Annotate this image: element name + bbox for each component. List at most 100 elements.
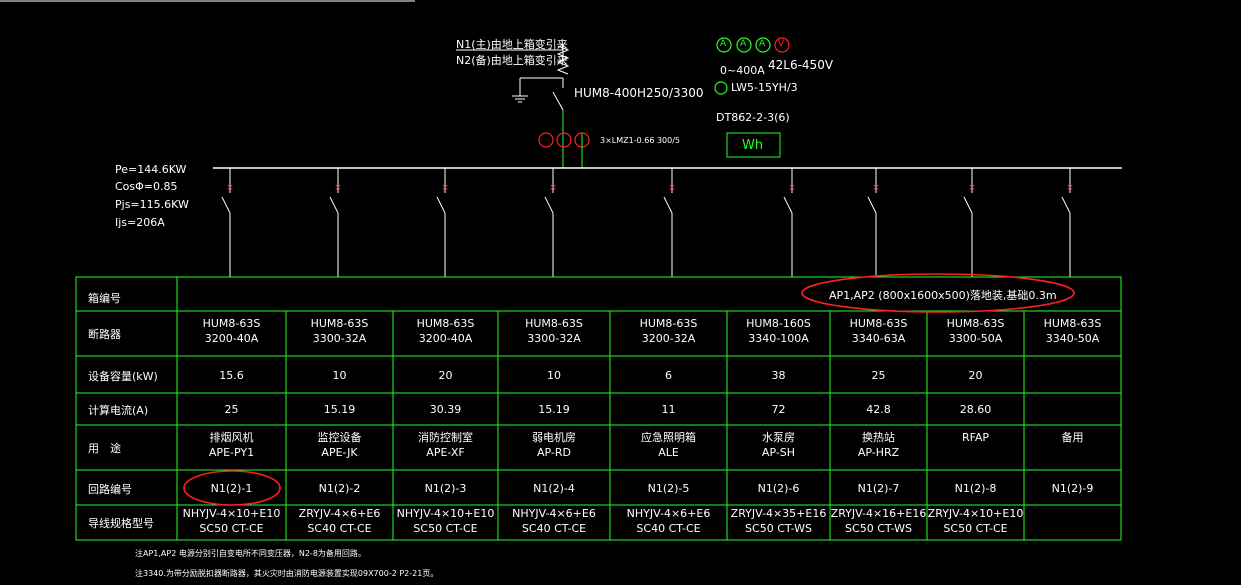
cell-text-cable2: SC50 CT-WS xyxy=(745,522,812,535)
row-label-circuit: 回路编号 xyxy=(88,483,132,496)
cell-capacity: 15.6 xyxy=(177,368,286,383)
cell-current: 28.60 xyxy=(927,402,1024,417)
cell-text-breaker2: 3200-40A xyxy=(204,332,259,345)
cell-capacity: 38 xyxy=(727,368,830,383)
cell-text-current: 72 xyxy=(771,403,786,416)
cell-text-breaker1: HUM8-63S xyxy=(1043,317,1102,330)
cell-cable-spec: NHYJV-4×6+E6 SC40 CT-CE xyxy=(498,506,610,536)
cell-text-breaker1: HUM8-63S xyxy=(639,317,698,330)
source-backup-label: N2(备)由地上箱变引来 xyxy=(456,54,568,67)
meter-type-label: 42L6-450V xyxy=(768,58,834,72)
cell-circuit-number: N1(2)-1 xyxy=(177,481,286,496)
switch-label: LW5-15YH/3 xyxy=(731,81,798,94)
cell-text-use2: AP-RD xyxy=(537,446,571,459)
note-2: 注3340.为带分励脱扣器断路器，其火灾时由消防电源装置实现09X700-2 P… xyxy=(135,569,439,578)
feeder-branch: × xyxy=(783,168,796,277)
row-label-use: 用 途 xyxy=(88,442,121,455)
cell-text-breaker1: HUM8-63S xyxy=(310,317,369,330)
cell-text-use1: 备用 xyxy=(1061,431,1084,444)
cell-use: 排烟风机 APE-PY1 xyxy=(177,430,286,460)
feeder-branch: × xyxy=(663,168,676,277)
cell-text-cable2: SC50 CT-CE xyxy=(943,522,1008,535)
cell-text-circuit: N1(2)-9 xyxy=(1051,482,1094,495)
cell-current: 72 xyxy=(727,402,830,417)
cell-text-use1: 弱电机房 xyxy=(532,431,576,444)
cell-text-cable1: NHYJV-4×10+E10 xyxy=(396,507,495,520)
source-main-label: N1(主)由地上箱变引来 xyxy=(456,38,568,51)
cell-text-use2: APE-JK xyxy=(321,446,358,459)
cell-text-cable1: NHYJV-4×6+E6 xyxy=(512,507,596,520)
cell-text-breaker2: 3340-50A xyxy=(1045,332,1100,345)
cell-text-cable2: SC50 CT-WS xyxy=(845,522,912,535)
cell-capacity: 20 xyxy=(927,368,1024,383)
cell-text-breaker2: 3340-100A xyxy=(748,332,809,345)
cell-use: 弱电机房 AP-RD xyxy=(498,430,610,460)
feeder-branches: × × × × × × × × × xyxy=(221,168,1074,277)
cell-text-kw: 15.6 xyxy=(219,369,244,382)
cell-current: 30.39 xyxy=(393,402,498,417)
box-id-value: AP1,AP2 (800x1600x500)落地装,基础0.3m xyxy=(829,289,1057,302)
cell-text-current: 11 xyxy=(661,403,676,416)
row-label-cable: 导线规格型号 xyxy=(88,517,154,530)
feeder-branch: × xyxy=(544,168,557,277)
cell-text-breaker2: 3200-32A xyxy=(641,332,696,345)
ammeter-3-label: A xyxy=(759,39,766,49)
cell-use: 换热站 AP-HRZ xyxy=(830,430,927,460)
cell-text-use2: APE-XF xyxy=(426,446,465,459)
main-breaker-label: HUM8-400H250/3300 xyxy=(574,86,704,100)
cell-use: 水泵房 AP-SH xyxy=(727,430,830,460)
feeder-branch: × xyxy=(436,168,449,277)
cell-text-use1: 换热站 xyxy=(862,431,895,444)
svg-text:×: × xyxy=(1066,183,1074,193)
cell-text-kw: 20 xyxy=(968,369,983,382)
cell-text-cable1: ZRYJV-4×10+E10 xyxy=(927,507,1024,520)
row-label-capacity: 设备容量(kW) xyxy=(88,370,158,383)
cell-circuit-number: N1(2)-5 xyxy=(610,481,727,496)
cell-text-circuit: N1(2)-5 xyxy=(647,482,690,495)
cell-cable-spec: ZRYJV-4×10+E10 SC50 CT-CE xyxy=(927,506,1024,536)
cell-text-cable2: SC40 CT-CE xyxy=(307,522,372,535)
cell-use: 监控设备 APE-JK xyxy=(286,430,393,460)
cell-text-breaker1: HUM8-63S xyxy=(202,317,261,330)
cell-current: 11 xyxy=(610,402,727,417)
svg-text:×: × xyxy=(549,183,557,193)
cell-text-current: 28.60 xyxy=(959,403,992,416)
cos-value: CosΦ=0.85 xyxy=(115,180,178,193)
pe-value: Pe=144.6KW xyxy=(115,163,187,176)
cell-text-current: 15.19 xyxy=(323,403,356,416)
cell-cable-spec: NHYJV-4×6+E6 SC40 CT-CE xyxy=(610,506,727,536)
ct-label: 3×LMZ1-0.66 300/5 xyxy=(600,136,681,145)
cell-circuit-number: N1(2)-3 xyxy=(393,481,498,496)
cell-text-breaker2: 3300-50A xyxy=(948,332,1003,345)
cell-current: 15.19 xyxy=(498,402,610,417)
cell-circuit-number: N1(2)-2 xyxy=(286,481,393,496)
cell-use: 应急照明箱 ALE xyxy=(610,430,727,460)
energy-meter-symbol: Wh xyxy=(742,138,764,153)
cell-capacity: 10 xyxy=(498,368,610,383)
cell-breaker: HUM8-63S 3340-63A xyxy=(830,316,927,346)
cell-current: 42.8 xyxy=(830,402,927,417)
cell-capacity: 25 xyxy=(830,368,927,383)
ammeter-2-label: A xyxy=(740,39,747,49)
cell-breaker: HUM8-63S 3200-40A xyxy=(393,316,498,346)
cell-circuit-number: N1(2)-6 xyxy=(727,481,830,496)
cell-text-use2: AP-SH xyxy=(761,446,796,459)
cell-text-current: 15.19 xyxy=(538,403,570,416)
energy-meter-model: DT862-2-3(6) xyxy=(716,111,790,124)
cell-current: 25 xyxy=(177,402,286,417)
feeder-branch: × xyxy=(329,168,342,277)
cell-text-cable2: SC40 CT-CE xyxy=(636,522,701,535)
cell-text-breaker2: 3200-40A xyxy=(418,332,473,345)
cell-text-cable1: ZRYJV-4×35+E16 xyxy=(730,507,827,520)
cell-text-use1: 监控设备 xyxy=(317,431,362,444)
cell-breaker: HUM8-63S 3340-50A xyxy=(1024,316,1121,346)
cell-cable-spec: NHYJV-4×10+E10 SC50 CT-CE xyxy=(393,506,498,536)
cell-breaker: HUM8-63S 3200-32A xyxy=(610,316,727,346)
cell-text-kw: 6 xyxy=(665,369,672,382)
cell-text-circuit: N1(2)-2 xyxy=(318,482,361,495)
cell-text-kw: 38 xyxy=(771,369,786,382)
cell-circuit-number: N1(2)-8 xyxy=(927,481,1024,496)
cell-text-cable1: NHYJV-4×6+E6 xyxy=(626,507,711,520)
cell-capacity: 20 xyxy=(393,368,498,383)
feeder-branch: × xyxy=(221,168,234,277)
